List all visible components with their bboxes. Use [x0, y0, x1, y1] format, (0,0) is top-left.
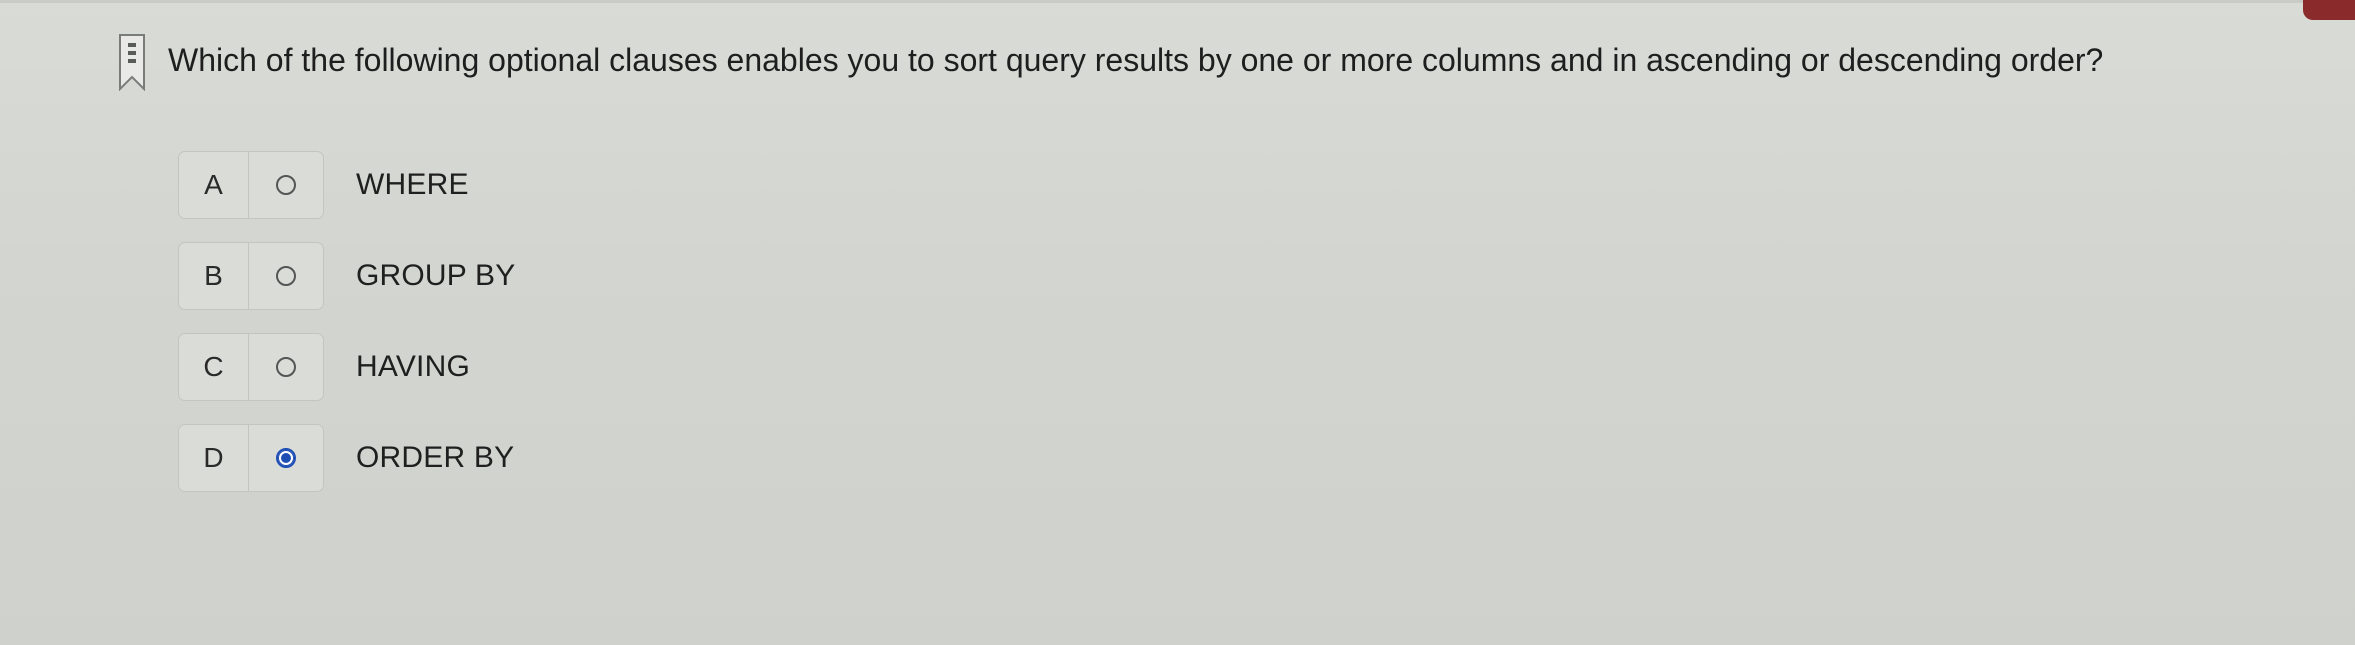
top-border — [0, 0, 2355, 3]
option-label[interactable]: ORDER BY — [356, 441, 514, 475]
option-a-radio[interactable] — [249, 152, 323, 218]
option-a[interactable]: A WHERE — [178, 150, 469, 220]
option-b-radio[interactable] — [249, 243, 323, 309]
option-c-radio[interactable] — [249, 334, 323, 400]
option-d[interactable]: D ORDER BY — [178, 423, 514, 493]
option-a-box[interactable]: A — [178, 151, 324, 219]
option-b-box[interactable]: B — [178, 242, 324, 310]
option-label[interactable]: GROUP BY — [356, 259, 515, 293]
option-label[interactable]: HAVING — [356, 350, 470, 384]
radio-unselected-icon[interactable] — [276, 357, 296, 377]
option-c[interactable]: C HAVING — [178, 332, 470, 402]
option-d-radio[interactable] — [249, 425, 323, 491]
option-letter: B — [179, 243, 249, 309]
bookmark-flag-icon[interactable] — [118, 33, 146, 92]
radio-unselected-icon[interactable] — [276, 175, 296, 195]
option-letter: A — [179, 152, 249, 218]
question-text: Which of the following optional clauses … — [168, 42, 2104, 78]
option-b[interactable]: B GROUP BY — [178, 241, 515, 311]
option-letter: C — [179, 334, 249, 400]
window-corner-accent — [2303, 0, 2355, 20]
option-label[interactable]: WHERE — [356, 168, 469, 202]
option-c-box[interactable]: C — [178, 333, 324, 401]
option-letter: D — [179, 425, 249, 491]
radio-selected-icon[interactable] — [276, 448, 296, 468]
radio-unselected-icon[interactable] — [276, 266, 296, 286]
option-d-box[interactable]: D — [178, 424, 324, 492]
